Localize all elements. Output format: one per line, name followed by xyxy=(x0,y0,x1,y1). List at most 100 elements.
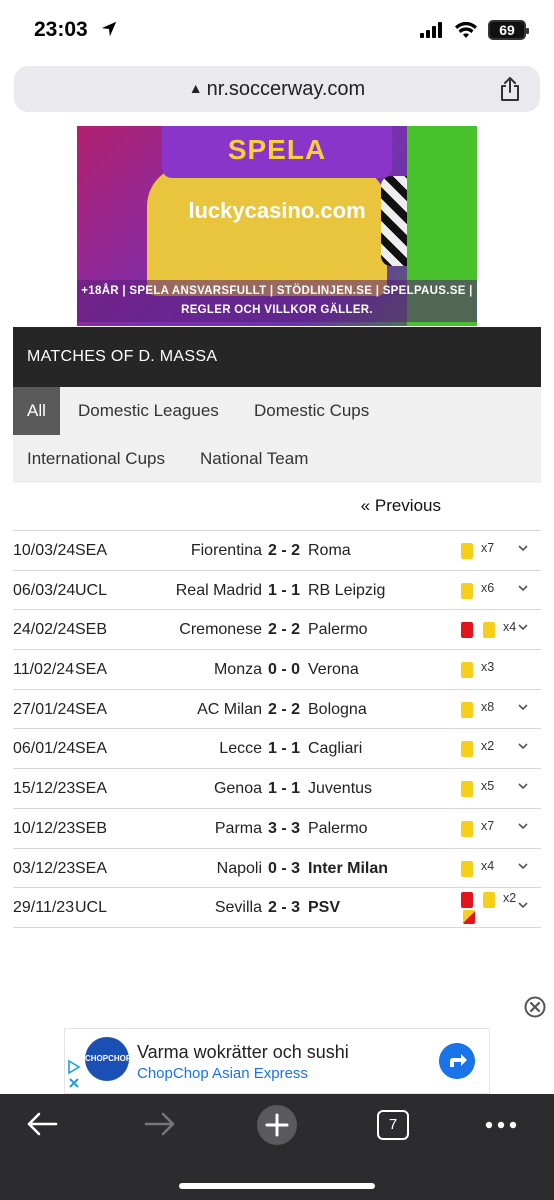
card-count: x3 xyxy=(481,660,495,675)
match-row[interactable]: 10/03/24 SEA Fiorentina 2 - 2 Roma x7 xyxy=(13,531,541,571)
match-date: 03/12/23 xyxy=(13,859,76,877)
home-team: Sevilla xyxy=(214,899,262,917)
matches-table: 10/03/24 SEA Fiorentina 2 - 2 Roma x7 06/03/24… xyxy=(13,530,541,928)
ad-cta-button[interactable]: SPELA xyxy=(162,126,392,178)
away-team: PSV xyxy=(308,899,341,917)
chevron-down-icon[interactable] xyxy=(517,542,529,554)
match-score[interactable]: 0 - 3 xyxy=(266,860,302,878)
chevron-down-icon[interactable] xyxy=(517,780,529,792)
match-date: 24/02/24 xyxy=(13,621,76,639)
status-bar: 23:03 69 xyxy=(0,0,554,62)
chevron-down-icon[interactable] xyxy=(517,740,529,752)
match-row[interactable]: 15/12/23 SEA Genoa 1 - 1 Juventus x5 xyxy=(13,769,541,809)
wifi-icon xyxy=(455,21,477,38)
home-team: Cremonese xyxy=(179,621,262,639)
match-competition: SEB xyxy=(75,621,108,639)
match-date: 06/03/24 xyxy=(13,581,76,599)
ad-disclaimer: +18ÅR | SPELA ANSVARSFULLT | STÖDLINJEN.… xyxy=(77,280,477,322)
match-row[interactable]: 10/12/23 SEB Parma 3 - 3 Palermo x7 xyxy=(13,809,541,849)
adchoices-icon[interactable] xyxy=(67,1057,81,1091)
tab-switcher-button[interactable]: 7 xyxy=(377,1110,409,1140)
match-score[interactable]: 2 - 2 xyxy=(266,542,302,560)
tab-domestic-leagues[interactable]: Domestic Leagues xyxy=(64,387,233,435)
away-team: Cagliari xyxy=(308,740,363,758)
match-competition: SEA xyxy=(75,859,108,877)
match-score[interactable]: 3 - 3 xyxy=(266,820,302,838)
chevron-down-icon[interactable] xyxy=(517,820,529,832)
more-options-icon[interactable] xyxy=(484,1120,518,1130)
home-team: Genoa xyxy=(213,780,262,798)
chevron-down-icon[interactable] xyxy=(517,899,529,911)
status-time: 23:03 xyxy=(34,18,88,41)
close-ad-icon[interactable] xyxy=(524,996,546,1018)
match-score[interactable]: 1 - 1 xyxy=(266,780,302,798)
match-score[interactable]: 1 - 1 xyxy=(266,582,302,600)
match-competition: SEA xyxy=(75,780,108,798)
away-team: Inter Milan xyxy=(308,859,389,877)
match-score[interactable]: 2 - 2 xyxy=(266,701,302,719)
share-icon[interactable] xyxy=(498,76,522,102)
match-row[interactable]: 24/02/24 SEB Cremonese 2 - 2 Palermo x4 xyxy=(13,610,541,651)
previous-page-link[interactable]: « Previous xyxy=(361,496,441,516)
match-row[interactable]: 27/01/24 SEA AC Milan 2 - 2 Bologna x8 xyxy=(13,690,541,730)
match-score[interactable]: 1 - 1 xyxy=(266,740,302,758)
new-tab-icon[interactable] xyxy=(256,1104,298,1146)
yellow-card-icon xyxy=(461,820,473,837)
match-competition: SEA xyxy=(75,661,108,679)
ad-subtitle: ChopChop Asian Express xyxy=(137,1065,308,1082)
back-arrow-icon[interactable] xyxy=(26,1112,58,1136)
card-count: x5 xyxy=(481,779,495,794)
chevron-down-icon[interactable] xyxy=(517,860,529,872)
casino-ad-banner[interactable]: SPELA luckycasino.com +18ÅR | SPELA ANSV… xyxy=(77,126,477,326)
restaurant-ad[interactable]: CHOPCHOP Varma wokrätter och sushi ChopC… xyxy=(64,1028,490,1094)
match-competition: SEA xyxy=(75,700,108,718)
yellow-card-icon xyxy=(461,543,473,559)
ad-disclaimer-line2: REGLER OCH VILLKOR GÄLLER. xyxy=(181,304,373,316)
forward-arrow-icon[interactable] xyxy=(144,1112,176,1136)
browser-address-area: ▲ nr.soccerway.com xyxy=(0,62,554,126)
match-row[interactable]: 06/01/24 SEA Lecce 1 - 1 Cagliari x2 xyxy=(13,729,541,770)
tab-international-cups[interactable]: International Cups xyxy=(13,435,179,483)
url-display[interactable]: ▲ nr.soccerway.com xyxy=(14,78,540,101)
match-score[interactable]: 0 - 0 xyxy=(266,661,302,679)
filter-tabs: All Domestic Leagues Domestic Cups Inter… xyxy=(13,387,541,483)
tab-domestic-cups[interactable]: Domestic Cups xyxy=(240,387,383,435)
red-card-icon xyxy=(461,622,473,639)
away-team: Roma xyxy=(308,542,351,559)
chevron-down-icon[interactable] xyxy=(517,701,529,713)
section-title: MATCHES OF D. MASSA xyxy=(13,327,541,387)
card-count: x7 xyxy=(481,818,495,833)
match-competition: UCL xyxy=(75,899,108,917)
away-team: Palermo xyxy=(308,621,368,639)
ad-image-shape xyxy=(147,166,387,296)
chevron-down-icon[interactable] xyxy=(517,621,529,633)
signal-icon xyxy=(420,22,442,38)
match-score[interactable]: 2 - 3 xyxy=(266,899,302,917)
home-indicator xyxy=(179,1183,375,1189)
match-row[interactable]: 03/12/23 SEA Napoli 0 - 3 Inter Milan x4 xyxy=(13,849,541,889)
home-team: Lecce xyxy=(219,740,262,758)
chopchop-logo: CHOPCHOP xyxy=(85,1037,131,1081)
yellow-card-icon xyxy=(461,662,473,679)
away-team: Bologna xyxy=(308,700,367,718)
url-text: nr.soccerway.com xyxy=(206,78,366,100)
match-row[interactable]: 11/02/24 SEA Monza 0 - 0 Verona x3 xyxy=(13,650,541,690)
away-team: Juventus xyxy=(308,780,373,798)
tab-all[interactable]: All xyxy=(13,387,60,435)
match-date: 10/03/24 xyxy=(13,542,76,559)
match-row[interactable]: 06/03/24 UCL Real Madrid 1 - 1 RB Leipzig x6 xyxy=(13,571,541,611)
yellow-card-icon xyxy=(483,892,495,909)
directions-icon[interactable] xyxy=(439,1043,475,1079)
card-count: x2 xyxy=(503,891,517,906)
tab-national-team[interactable]: National Team xyxy=(186,435,322,483)
match-row[interactable]: 29/11/23 UCL Sevilla 2 - 3 PSV x2 xyxy=(13,888,541,928)
yellow-card-icon xyxy=(461,701,473,718)
url-bar[interactable]: ▲ nr.soccerway.com xyxy=(14,66,540,112)
home-team: Real Madrid xyxy=(175,581,262,599)
match-score[interactable]: 2 - 2 xyxy=(266,621,302,639)
match-competition: SEA xyxy=(75,740,108,758)
home-team: Napoli xyxy=(216,859,262,877)
match-date: 15/12/23 xyxy=(13,780,76,798)
yellow-card-icon xyxy=(461,741,473,758)
chevron-down-icon[interactable] xyxy=(517,582,529,594)
